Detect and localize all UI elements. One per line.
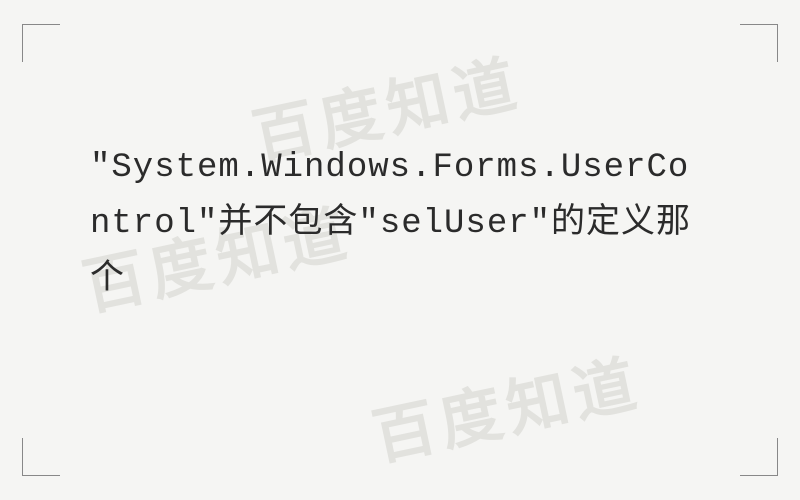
question-text: "System.Windows.Forms.UserControl"并不包含"s… bbox=[90, 140, 710, 308]
frame-corner-top-right bbox=[740, 24, 778, 62]
frame-corner-bottom-left bbox=[22, 438, 60, 476]
frame-corner-bottom-right bbox=[740, 438, 778, 476]
frame-corner-top-left bbox=[22, 24, 60, 62]
watermark-text: 百度知道 bbox=[364, 333, 649, 478]
